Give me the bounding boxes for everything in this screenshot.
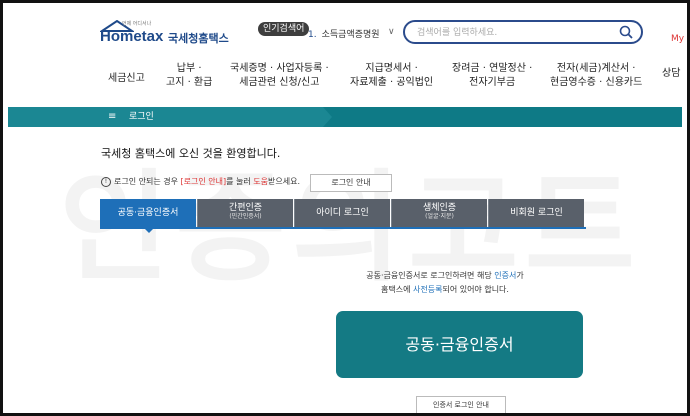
tab-panel-divider: [100, 227, 586, 229]
notice-text-post: 받으세요.: [268, 177, 300, 186]
breadcrumb-label: 로그인: [129, 112, 154, 122]
search-input[interactable]: [415, 25, 614, 41]
tab-label: 아이디 로그인: [316, 208, 369, 218]
tab-joint-certificate[interactable]: 공동·금융인증서: [100, 199, 196, 233]
hometax-logo[interactable]: 언제 어디서나 Hometax 국세청홈택스: [100, 20, 230, 50]
tab-sublabel: (얼굴·지문): [425, 213, 454, 220]
tab-biometric[interactable]: 생체인증 (얼굴·지문): [391, 199, 487, 227]
tab-guest-login[interactable]: 비회원 로그인: [488, 199, 584, 227]
desc-text: 가: [516, 271, 524, 280]
certificate-description: 공동·금융인증서로 로그인하려면 해당 인증서가 홈택스에 사전등록되어 있어야…: [320, 269, 570, 297]
tab-label: 공동·금융인증서: [117, 208, 179, 218]
nav-item-payment[interactable]: 납부 · 고지 · 환급: [166, 62, 212, 90]
description-line-1: 공동·금융인증서로 로그인하려면 해당 인증서가: [320, 269, 570, 283]
breadcrumb-arrow-icon: [323, 107, 332, 127]
info-icon: !: [101, 176, 111, 187]
menu-icon[interactable]: ≡: [108, 111, 116, 123]
tab-id-login[interactable]: 아이디 로그인: [294, 199, 390, 227]
nav-item-e-invoice[interactable]: 전자(세금)계산서 · 현금영수증 · 신용카드: [550, 62, 642, 90]
nav-item-statement[interactable]: 지급명세서 · 자료제출 · 공익법인: [350, 62, 433, 90]
desc-text: 되어 있어야 합니다.: [442, 285, 509, 294]
popular-search-rank: 1.: [308, 30, 317, 40]
nav-item-consulting[interactable]: 상담: [662, 67, 680, 81]
desc-highlight: 인증서: [494, 271, 517, 280]
popular-search-item[interactable]: 1. 소득금액증명원: [308, 27, 380, 40]
welcome-heading: 국세청 홈택스에 오신 것을 환영합니다.: [101, 147, 281, 160]
notice-text-pre: 로그인 안되는 경우: [114, 177, 181, 186]
tab-simple-auth[interactable]: 간편인증 (민간인증서): [197, 199, 293, 227]
notice-link[interactable]: [로그인 안내]: [181, 177, 227, 186]
breadcrumb: ≡ 로그인: [8, 107, 682, 127]
desc-highlight: 사전등록: [413, 285, 443, 294]
tab-label: 생체인증: [422, 203, 457, 213]
nav-item-tax-return[interactable]: 세금신고: [108, 72, 145, 86]
popular-search-term: 소득금액증명원: [321, 30, 380, 40]
popular-search-badge: 인기검색어: [258, 22, 310, 36]
tab-label: 비회원 로그인: [510, 208, 563, 218]
login-content: 국세청 홈택스에 오신 것을 환영합니다. ! 로그인 안되는 경우 [로그인 안…: [0, 127, 690, 416]
notice-help: 도움: [253, 177, 269, 186]
nav-item-certificate[interactable]: 국세증명 · 사업자등록 · 세금관련 신청/신고: [230, 62, 329, 90]
desc-text: 홈택스에: [381, 285, 413, 294]
nav-item-incentive[interactable]: 장려금 · 연말정산 · 전자기부금: [452, 62, 532, 90]
desc-text: 공동·금융인증서로 로그인하려면 해당: [366, 271, 495, 280]
logo-tagline: 언제 어디서나: [122, 21, 152, 27]
description-line-2: 홈택스에 사전등록되어 있어야 합니다.: [320, 283, 570, 297]
chevron-down-icon[interactable]: ∨: [388, 27, 395, 37]
certificate-login-guide-button[interactable]: 인증서 로그인 안내: [416, 396, 506, 414]
tab-label: 간편인증: [228, 203, 263, 213]
logo-brand-ko: 국세청홈택스: [168, 32, 229, 45]
global-nav: 세금신고 납부 · 고지 · 환급 국세증명 · 사업자등록 · 세금관련 신청…: [0, 62, 690, 100]
site-header: 언제 어디서나 Hometax 국세청홈택스 인기검색어 1. 소득금액증명원 ∨…: [0, 0, 690, 100]
joint-certificate-login-button[interactable]: 공동·금융인증서: [336, 311, 583, 378]
logo-brand-en: Hometax: [100, 28, 164, 45]
login-guide-button[interactable]: 로그인 안내: [310, 174, 392, 192]
login-notice: ! 로그인 안되는 경우 [로그인 안내]를 눌러 도움받으세요.: [101, 176, 300, 187]
notice-text-mid: 를 눌러: [226, 177, 254, 186]
login-tabs: 공동·금융인증서 간편인증 (민간인증서) 아이디 로그인 생체인증 (얼굴·지…: [100, 199, 586, 233]
breadcrumb-segment: [8, 107, 323, 127]
my-hometax-link[interactable]: My: [671, 34, 684, 44]
search-box: [403, 20, 643, 44]
search-icon[interactable]: [619, 25, 633, 39]
tab-sublabel: (민간인증서): [229, 213, 262, 220]
